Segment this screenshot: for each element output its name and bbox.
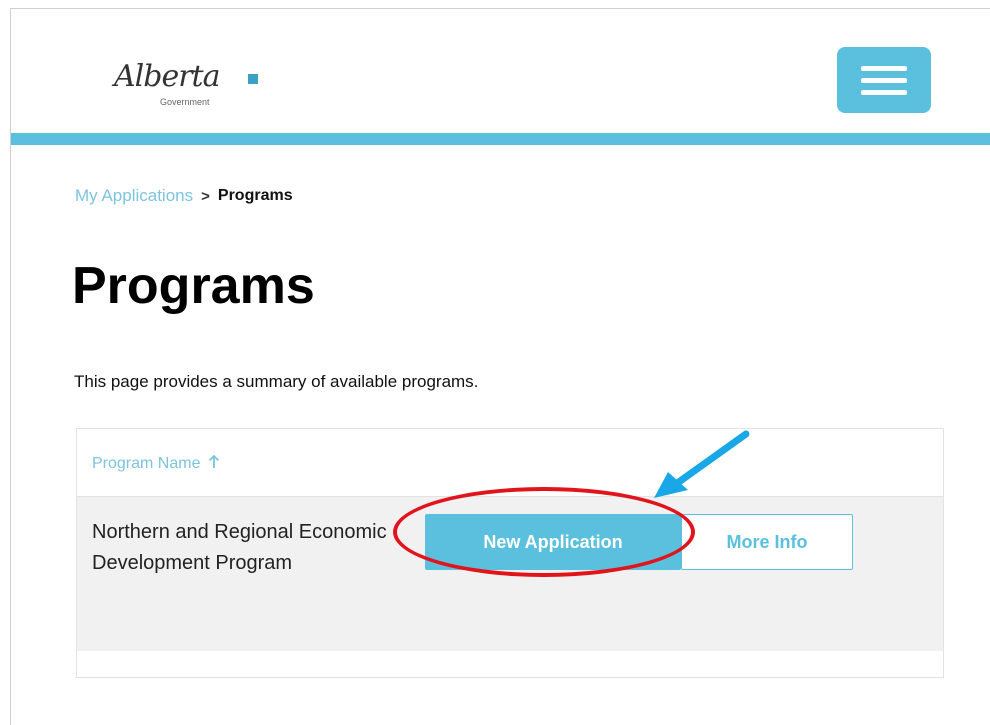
table-header-row: Program Name <box>77 429 943 497</box>
page-title: Programs <box>72 257 315 315</box>
program-name-column-header[interactable]: Program Name <box>92 454 220 473</box>
header-accent-bar <box>11 133 990 145</box>
program-name-cell: Northern and Regional Economic Developme… <box>92 521 387 574</box>
logo-square-mark <box>248 74 258 84</box>
breadcrumb-my-applications-link[interactable]: My Applications <box>75 186 193 206</box>
breadcrumb-separator: > <box>201 187 210 205</box>
arrow-up-icon <box>208 454 220 468</box>
site-header: Alberta Government <box>11 9 990 133</box>
breadcrumb: My Applications > Programs <box>75 186 293 206</box>
logo-wordmark: Alberta <box>114 59 220 94</box>
more-info-button[interactable]: More Info <box>681 514 853 570</box>
table-footer-row <box>77 651 943 677</box>
logo-subtitle: Government <box>160 97 210 107</box>
column-header-label: Program Name <box>92 455 201 472</box>
breadcrumb-current: Programs <box>217 187 293 204</box>
page-description: This page provides a summary of availabl… <box>74 372 479 391</box>
pointer-arrow-icon <box>654 430 750 498</box>
alberta-logo[interactable]: Alberta Government <box>114 59 274 119</box>
menu-button[interactable] <box>837 47 931 113</box>
